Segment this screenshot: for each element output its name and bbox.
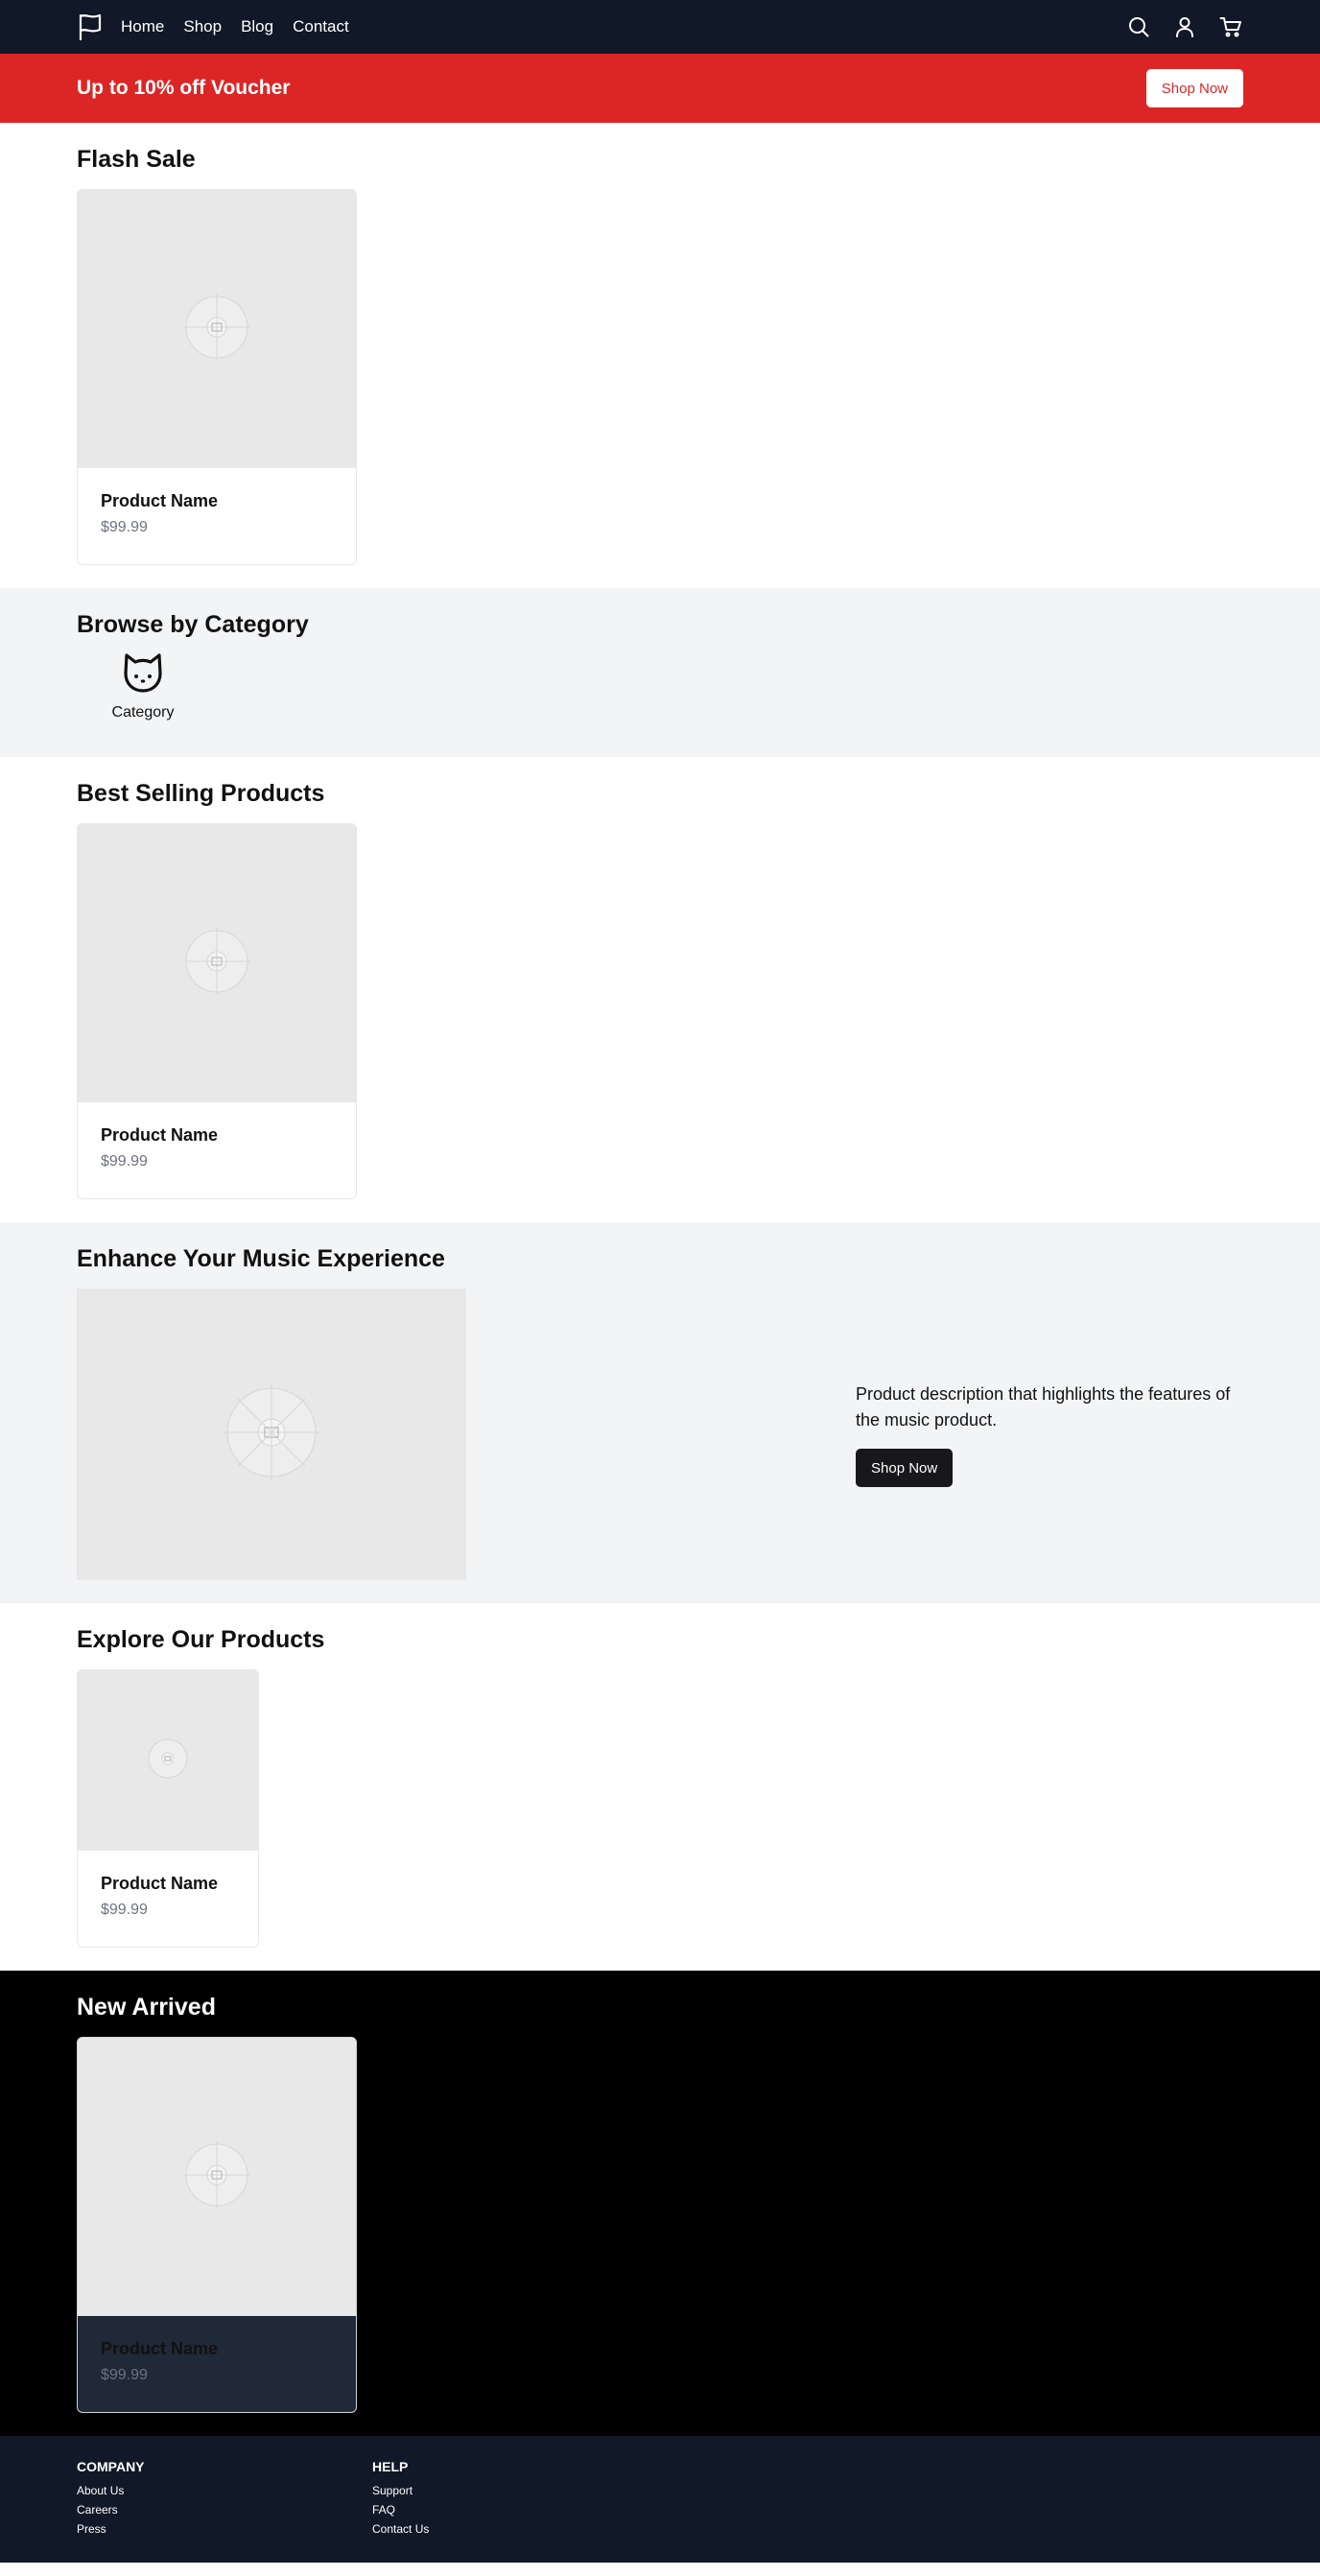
footer-heading: COMPANY <box>77 2459 145 2474</box>
image-placeholder-icon <box>224 1383 319 1485</box>
product-card[interactable]: Product Name $99.99 <box>77 189 357 565</box>
section-title: Best Selling Products <box>77 780 325 807</box>
product-card[interactable]: Product Name $99.99 <box>77 1669 259 1948</box>
nav-link-contact[interactable]: Contact <box>293 17 349 36</box>
search-icon[interactable] <box>1126 14 1151 39</box>
image-placeholder-icon <box>147 1737 189 1784</box>
product-card[interactable]: Product Name $99.99 <box>77 823 357 1199</box>
user-icon[interactable] <box>1172 14 1197 39</box>
product-name: Product Name <box>101 1125 219 1145</box>
promo-text: Up to 10% off Voucher <box>77 77 291 99</box>
cat-icon <box>119 649 167 697</box>
category-item[interactable]: Category <box>77 649 209 721</box>
product-name: Product Name <box>101 1874 219 1893</box>
image-placeholder-icon <box>183 2140 250 2213</box>
promo-banner: Up to 10% off Voucher Shop Now <box>0 54 1320 123</box>
product-price: $99.99 <box>101 1902 148 1918</box>
footer-link-careers[interactable]: Careers <box>77 2503 372 2517</box>
product-price: $99.99 <box>101 1153 148 1170</box>
footer-link-about-us[interactable]: About Us <box>77 2484 372 2497</box>
product-info: Product Name $99.99 <box>78 468 356 564</box>
section-title: Browse by Category <box>77 611 309 638</box>
top-navbar: Home Shop Blog Contact <box>0 0 1320 54</box>
product-info: Product Name $99.99 <box>78 2316 356 2412</box>
nav-actions <box>1126 14 1243 39</box>
section-title: Explore Our Products <box>77 1626 325 1653</box>
feature-text: Product description that highlights the … <box>856 1382 1243 1487</box>
footer-link-press[interactable]: Press <box>77 2522 372 2536</box>
product-image <box>78 824 356 1102</box>
feature-shop-now-button[interactable]: Shop Now <box>856 1449 954 1487</box>
section-title: Flash Sale <box>77 146 196 173</box>
cart-icon[interactable] <box>1218 14 1243 39</box>
flash-sale-section: Flash Sale Product Name $99.99 <box>0 123 1320 588</box>
section-title: New Arrived <box>77 1994 216 2021</box>
footer-column-help: HELP Support FAQ Contact Us <box>372 2459 668 2540</box>
product-price: $99.99 <box>101 519 148 535</box>
footer-column-company: COMPANY About Us Careers Press <box>77 2459 372 2540</box>
product-image <box>78 2038 356 2316</box>
product-image <box>78 190 356 468</box>
best-selling-section: Best Selling Products Product Name $99.9… <box>0 757 1320 1222</box>
flag-icon[interactable] <box>77 12 106 42</box>
image-placeholder-icon <box>183 927 250 1000</box>
product-image <box>78 1670 258 1851</box>
feature-content: Product description that highlights the … <box>77 1288 1243 1580</box>
product-name: Product Name <box>101 2339 219 2358</box>
feature-description: Product description that highlights the … <box>856 1384 1231 1430</box>
explore-section: Explore Our Products Product Name $99.99 <box>0 1603 1320 1971</box>
nav-link-blog[interactable]: Blog <box>241 17 273 36</box>
nav-link-home[interactable]: Home <box>121 17 164 36</box>
feature-image <box>77 1288 466 1580</box>
nav-link-shop[interactable]: Shop <box>183 17 222 36</box>
product-card[interactable]: Product Name $99.99 <box>77 2037 357 2413</box>
product-name: Product Name <box>101 491 219 510</box>
feature-section: Enhance Your Music Experience Product de… <box>0 1222 1320 1603</box>
footer-link-faq[interactable]: FAQ <box>372 2503 668 2517</box>
product-price: $99.99 <box>101 2367 148 2383</box>
promo-shop-now-button[interactable]: Shop Now <box>1145 69 1243 107</box>
main-nav: Home Shop Blog Contact <box>121 17 349 36</box>
section-title: Enhance Your Music Experience <box>77 1245 445 1272</box>
site-footer: COMPANY About Us Careers Press HELP Supp… <box>0 2436 1320 2563</box>
product-info: Product Name $99.99 <box>78 1851 258 1947</box>
category-section: Browse by Category Category <box>0 588 1320 757</box>
image-placeholder-icon <box>183 293 250 366</box>
category-label: Category <box>111 704 175 721</box>
footer-link-contact-us[interactable]: Contact Us <box>372 2522 668 2536</box>
footer-link-support[interactable]: Support <box>372 2484 668 2497</box>
product-info: Product Name $99.99 <box>78 1102 356 1198</box>
new-arrived-section: New Arrived Product Name $99.99 <box>0 1971 1320 2436</box>
footer-heading: HELP <box>372 2459 409 2474</box>
